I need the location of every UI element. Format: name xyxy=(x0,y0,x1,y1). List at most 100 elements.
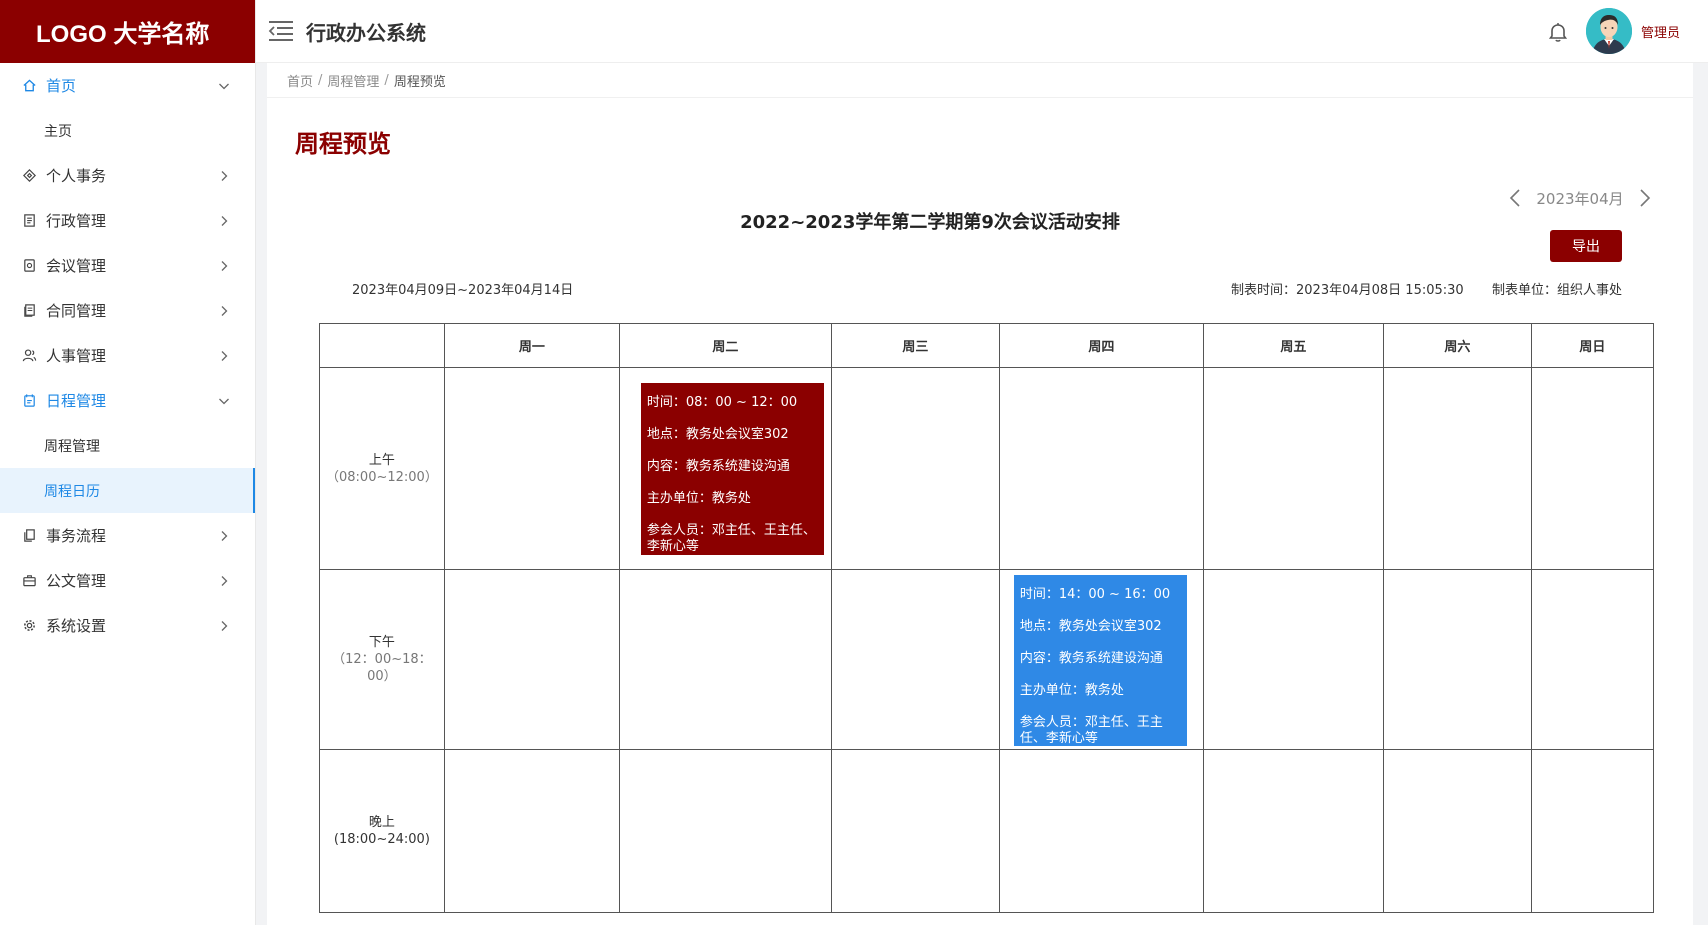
breadcrumb-separator: / xyxy=(318,72,323,88)
schedule-cell[interactable] xyxy=(443,749,620,913)
event-time: 时间：08：00 ~ 12：00 xyxy=(646,395,798,410)
chevron-right-icon xyxy=(217,619,231,633)
period-name: 晚上 xyxy=(368,815,395,830)
sidebar-item-label: 周程管理 xyxy=(44,438,100,455)
sidebar-item-schedule[interactable]: 日程管理 xyxy=(0,378,255,423)
sidebar-item-label: 行政管理 xyxy=(46,212,107,230)
made-unit: 制表单位：组织人事处 xyxy=(1492,283,1623,298)
avatar[interactable] xyxy=(1586,8,1632,54)
contract-icon xyxy=(20,302,38,320)
system-title: 行政办公系统 xyxy=(306,20,426,45)
schedule-cell[interactable] xyxy=(1202,367,1384,570)
schedule-cell[interactable]: 时间：14：00 ~ 16：00 地点：教务处会议室302 内容：教务系统建设沟… xyxy=(998,569,1204,750)
sidebar-item-home[interactable]: 首页 xyxy=(0,63,255,108)
table-row: 晚上 (18:00~24:00) xyxy=(319,749,1654,913)
breadcrumb-current: 周程预览 xyxy=(393,74,446,90)
page-title: 周程预览 xyxy=(295,130,391,158)
chevron-right-icon xyxy=(217,169,231,183)
chevron-down-icon xyxy=(217,394,231,408)
schedule-cell[interactable] xyxy=(1530,367,1654,570)
sidebar-item-label: 系统设置 xyxy=(46,617,107,635)
table-header-row: 周一 周二 周三 周四 周五 周六 周日 xyxy=(319,323,1654,368)
briefcase-icon xyxy=(20,572,38,590)
sidebar-subitem-main[interactable]: 主页 xyxy=(0,108,255,153)
day-header: 周一 xyxy=(443,323,620,368)
period-range: （08:00~12:00） xyxy=(326,469,438,485)
period-cell-evening: 晚上 (18:00~24:00) xyxy=(319,749,445,913)
day-header: 周四 xyxy=(998,323,1204,368)
period-range: （12：00~18：00） xyxy=(332,652,432,684)
made-time: 制表时间：2023年04月08日 15:05:30 xyxy=(1231,283,1464,298)
chevron-left-icon[interactable] xyxy=(1505,188,1525,208)
breadcrumb-home[interactable]: 首页 xyxy=(287,71,313,90)
schedule-cell[interactable]: 时间：08：00 ~ 12：00 地点：教务处会议室302 内容：教务系统建设沟… xyxy=(618,367,832,570)
export-button[interactable]: 导出 xyxy=(1550,230,1622,262)
sidebar-item-label: 人事管理 xyxy=(46,347,107,365)
sidebar-item-documents[interactable]: 公文管理 xyxy=(0,558,255,603)
period-name: 下午 xyxy=(368,635,395,650)
sidebar-item-label: 主页 xyxy=(44,123,72,140)
main-panel: 周程预览 2023年04月 导出 2022~2023学年第二学期第9次会议活动安… xyxy=(267,98,1693,925)
logo: LOGO 大学名称 xyxy=(0,0,255,63)
schedule-cell[interactable] xyxy=(1202,569,1384,750)
chevron-right-icon[interactable] xyxy=(1635,188,1655,208)
chevron-right-icon xyxy=(217,214,231,228)
chevron-right-icon xyxy=(217,349,231,363)
breadcrumb-week-manage[interactable]: 周程管理 xyxy=(327,71,379,90)
schedule-cell[interactable] xyxy=(1382,367,1532,570)
event-card[interactable]: 时间：08：00 ~ 12：00 地点：教务处会议室302 内容：教务系统建设沟… xyxy=(640,383,824,555)
sidebar-item-contract[interactable]: 合同管理 xyxy=(0,288,255,333)
schedule-cell[interactable] xyxy=(443,367,620,570)
sidebar-subitem-week-manage[interactable]: 周程管理 xyxy=(0,423,255,468)
sidebar-item-personal[interactable]: 个人事务 xyxy=(0,153,255,198)
schedule-cell[interactable] xyxy=(830,367,1000,570)
schedule-cell[interactable] xyxy=(1202,749,1384,913)
chevron-down-icon xyxy=(217,79,231,93)
sidebar-item-workflow[interactable]: 事务流程 xyxy=(0,513,255,558)
home-icon xyxy=(20,77,38,95)
diamond-icon xyxy=(20,167,38,185)
schedule-table: 周一 周二 周三 周四 周五 周六 周日 上午 （08:00~12:00） 时间… xyxy=(319,323,1654,913)
schedule-cell[interactable] xyxy=(1530,749,1654,913)
schedule-cell[interactable] xyxy=(1382,569,1532,750)
schedule-cell[interactable] xyxy=(1382,749,1532,913)
event-card[interactable]: 时间：14：00 ~ 16：00 地点：教务处会议室302 内容：教务系统建设沟… xyxy=(1013,575,1187,746)
schedule-cell[interactable] xyxy=(618,569,832,750)
sidebar-item-hr[interactable]: 人事管理 xyxy=(0,333,255,378)
sidebar-item-admin[interactable]: 行政管理 xyxy=(0,198,255,243)
sidebar-item-settings[interactable]: 系统设置 xyxy=(0,603,255,648)
gear-icon xyxy=(20,617,38,635)
period-name: 上午 xyxy=(368,452,395,468)
sidebar-item-label: 合同管理 xyxy=(46,302,107,320)
sidebar-subitem-week-calendar[interactable]: 周程日历 xyxy=(0,468,255,513)
schedule-cell[interactable] xyxy=(998,367,1204,570)
day-header: 周五 xyxy=(1202,323,1384,368)
event-attendees: 参会人员：邓主任、王主任、李新心等 xyxy=(1019,715,1163,746)
event-place: 地点：教务处会议室302 xyxy=(646,427,789,442)
schedule-cell[interactable] xyxy=(830,569,1000,750)
document-icon xyxy=(20,212,38,230)
bell-icon[interactable] xyxy=(1546,20,1570,44)
event-place: 地点：教务处会议室302 xyxy=(1019,619,1162,634)
copy-icon xyxy=(20,527,38,545)
breadcrumb: 首页 / 周程管理 / 周程预览 xyxy=(267,63,1693,98)
schedule-cell[interactable] xyxy=(998,749,1204,913)
day-header: 周日 xyxy=(1530,323,1654,368)
schedule-cell[interactable] xyxy=(443,569,620,750)
calendar-icon xyxy=(20,392,38,410)
current-month: 2023年04月 xyxy=(1536,189,1624,208)
chevron-right-icon xyxy=(217,529,231,543)
table-row: 下午 （12：00~18：00） 时间：14：00 ~ 16：00 地点：教务处… xyxy=(319,569,1654,750)
schedule-cell[interactable] xyxy=(618,749,832,913)
chevron-right-icon xyxy=(217,259,231,273)
sidebar-item-meeting[interactable]: 会议管理 xyxy=(0,243,255,288)
schedule-cell[interactable] xyxy=(830,749,1000,913)
menu-toggle-icon[interactable] xyxy=(266,16,296,46)
event-time: 时间：14：00 ~ 16：00 xyxy=(1019,587,1171,602)
username[interactable]: 管理员 xyxy=(1641,22,1680,41)
chevron-right-icon xyxy=(217,304,231,318)
period-range: (18:00~24:00) xyxy=(333,832,430,847)
sidebar-item-label: 会议管理 xyxy=(46,257,107,275)
sidebar: LOGO 大学名称 首页 主页 个人事务 行政管理 会议管理 合同管理 人事管理… xyxy=(0,0,256,925)
schedule-cell[interactable] xyxy=(1530,569,1654,750)
